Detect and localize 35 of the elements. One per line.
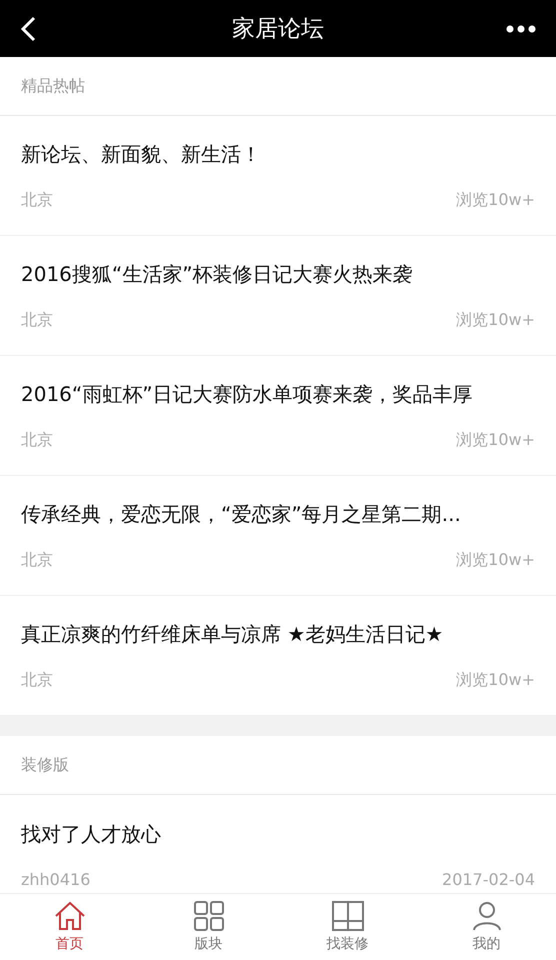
post-item[interactable]: 传承经典，爱恋无限，“爱恋家”每月之星第二期... 北京 浏览10w+ — [0, 476, 556, 596]
view-count: 浏览10w+ — [456, 670, 535, 690]
tab[interactable]: 找装修 — [278, 894, 417, 960]
tab[interactable]: 我的 — [417, 894, 556, 960]
view-count: 浏览10w+ — [456, 550, 535, 570]
book-icon — [332, 901, 364, 931]
post-item[interactable]: 2016搜狐“生活家”杯装修日记大赛火热来袭 北京 浏览10w+ — [0, 236, 556, 356]
view-count: 浏览10w+ — [456, 310, 535, 330]
back-icon[interactable] — [20, 16, 36, 42]
post-title: 新论坛、新面貌、新生活！ — [21, 140, 262, 168]
view-count: 2017-02-04 — [442, 870, 535, 888]
more-icon[interactable] — [506, 24, 536, 32]
post-location: 北京 — [21, 670, 53, 690]
post-title: 2016“雨虹杯”日记大赛防水单项赛来袭，奖品丰厚 — [21, 380, 474, 408]
post-item[interactable]: 2016“雨虹杯”日记大赛防水单项赛来袭，奖品丰厚 北京 浏览10w+ — [0, 356, 556, 476]
post-location: 北京 — [21, 550, 53, 570]
post-location: zhh0416 — [21, 870, 90, 888]
tab[interactable]: 版块 — [139, 894, 278, 960]
post-location: 北京 — [21, 430, 53, 450]
page-title: 家居论坛 — [232, 15, 324, 44]
post-title: 2016搜狐“生活家”杯装修日记大赛火热来袭 — [21, 260, 414, 288]
home-icon — [54, 901, 86, 931]
view-count: 浏览10w+ — [456, 190, 535, 210]
post-title: 传承经典，爱恋无限，“爱恋家”每月之星第二期... — [21, 500, 462, 528]
grid-icon — [194, 901, 224, 931]
post-location: 北京 — [21, 310, 53, 330]
section-title: 装修版 — [21, 754, 69, 776]
post-title: 真正凉爽的竹纤维床单与凉席 ★老妈生活日记★ — [21, 620, 444, 648]
tab[interactable]: 首页 — [0, 894, 139, 960]
post-item[interactable]: 新论坛、新面貌、新生活！ 北京 浏览10w+ — [0, 116, 556, 236]
post-location: 北京 — [21, 190, 53, 210]
view-count: 浏览10w+ — [456, 430, 535, 450]
person-icon — [472, 901, 502, 931]
post-title: 找对了人才放心 — [21, 820, 162, 848]
section-title: 精品热帖 — [21, 76, 85, 96]
